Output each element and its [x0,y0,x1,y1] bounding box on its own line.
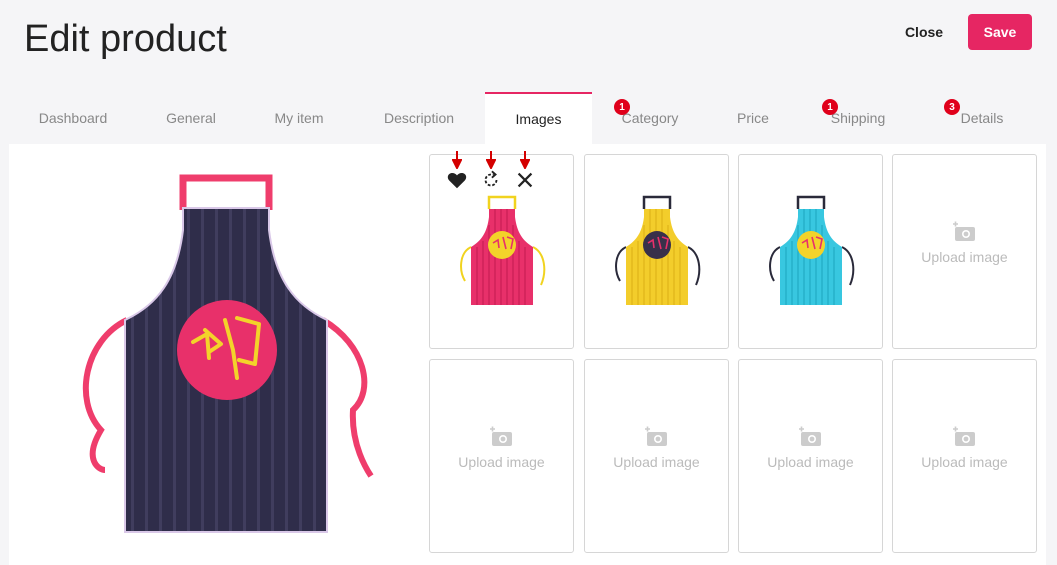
tab-label: Images [515,111,562,127]
upload-image-button[interactable]: Upload image [585,426,728,470]
tab-label: Category [621,110,679,126]
product-image-thumb-2[interactable] [584,154,729,349]
upload-image-button[interactable]: Upload image [893,221,1036,265]
shipping-badge: 1 [822,99,838,115]
main-product-image [82,174,374,533]
tab-dashboard[interactable]: Dashboard [9,92,137,144]
upload-image-button[interactable]: Upload image [893,426,1036,470]
tab-my-item[interactable]: My item [245,92,353,144]
tab-label: My item [274,110,324,126]
tab-description[interactable]: Description [353,92,485,144]
page-title: Edit product [24,18,227,60]
tab-bar: Dashboard General My item Description Im… [9,92,1046,144]
close-button[interactable]: Close [894,19,954,45]
upload-label: Upload image [767,454,854,470]
upload-label: Upload image [921,249,1008,265]
tab-label: General [166,110,216,126]
tab-details[interactable]: 3 Details [918,92,1046,144]
add-photo-icon [952,221,975,241]
upload-slot-8[interactable]: Upload image [892,359,1037,553]
upload-image-button[interactable]: Upload image [430,426,573,470]
close-icon[interactable] [514,151,536,191]
rotate-icon[interactable] [480,151,502,191]
save-button[interactable]: Save [968,14,1032,50]
upload-label: Upload image [458,454,545,470]
upload-label: Upload image [921,454,1008,470]
category-badge: 1 [614,99,630,115]
tab-label: Shipping [830,110,886,126]
product-image-thumb-1[interactable] [429,151,574,349]
tab-label: Price [737,110,769,126]
upload-label: Upload image [613,454,700,470]
apron-image-yellow [615,195,701,305]
upload-slot-6[interactable]: Upload image [584,359,729,553]
apron-image-pink [460,195,546,305]
upload-slot-5[interactable]: Upload image [429,359,574,553]
tab-shipping[interactable]: 1 Shipping [798,92,918,144]
tab-general[interactable]: General [137,92,245,144]
heart-icon[interactable] [446,151,468,191]
upload-slot-4[interactable]: Upload image [892,154,1037,349]
upload-slot-7[interactable]: Upload image [738,359,883,553]
details-badge: 3 [944,99,960,115]
add-photo-icon [798,426,821,446]
product-image-thumb-3[interactable] [738,154,883,349]
tab-category[interactable]: 1 Category [592,92,708,144]
apron-image-blue [769,195,855,305]
tab-label: Dashboard [38,110,108,126]
add-photo-icon [489,426,512,446]
images-panel: Upload image Upload image Upload image U… [9,144,1046,565]
add-photo-icon [952,426,975,446]
tab-label: Details [960,110,1004,126]
tab-images[interactable]: Images [485,92,592,144]
tab-price[interactable]: Price [708,92,798,144]
add-photo-icon [644,426,667,446]
upload-image-button[interactable]: Upload image [739,426,882,470]
tab-label: Description [383,110,455,126]
